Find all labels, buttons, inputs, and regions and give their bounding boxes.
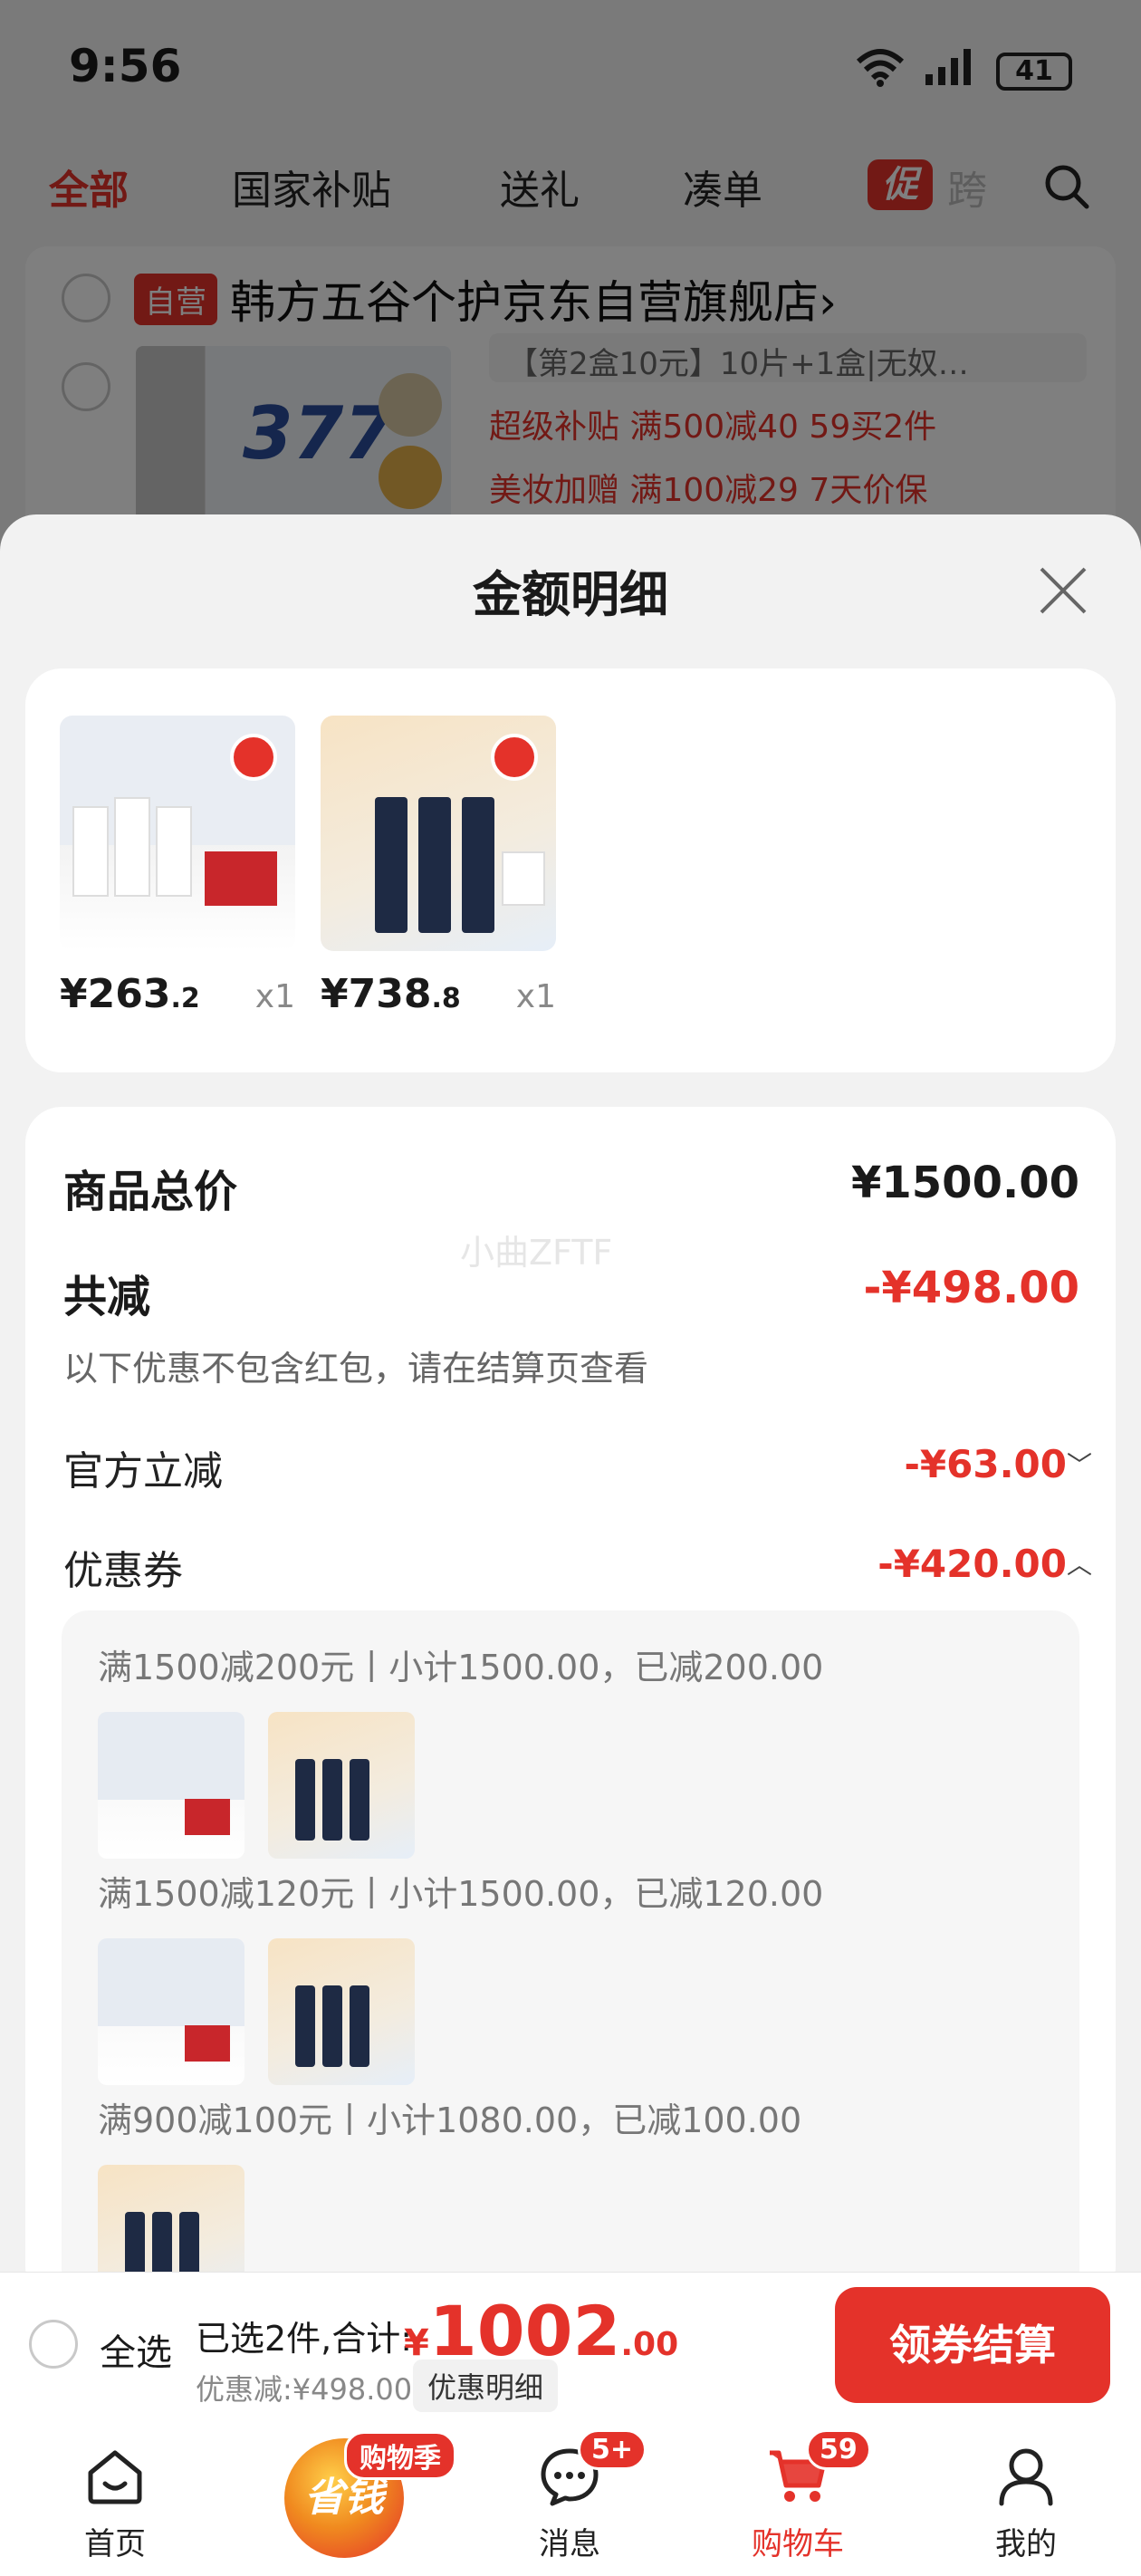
cart-badge: 59 — [806, 2429, 871, 2470]
watermark: 小曲ZFTF — [460, 1233, 613, 1273]
product-thumbnail — [98, 1938, 244, 2085]
official-discount-value[interactable]: -¥63.00 — [904, 1442, 1067, 1486]
official-discount-label[interactable]: 官方立减 — [63, 1438, 223, 1496]
bottom-nav: 首页 省钱 购物季 5+ 消息 59 购物车 我的 — [0, 2424, 1141, 2576]
nav-messages-label: 消息 — [539, 2526, 600, 2562]
checked-icon — [230, 734, 277, 781]
product-item[interactable]: ¥738.8 x1 — [321, 716, 556, 1017]
selected-info: 已选2件,合计: — [196, 2319, 413, 2359]
modal-overlay[interactable] — [0, 0, 1141, 562]
home-icon — [88, 2450, 142, 2504]
selected-products-card: ¥263.2 x1 ¥738.8 x1 — [25, 668, 1116, 1072]
nav-home[interactable]: 首页 — [47, 2424, 183, 2576]
checkout-bar: 全选 已选2件,合计: ¥1002.00 优惠减:¥498.00 优惠明细 领券… — [0, 2272, 1141, 2424]
select-all-label[interactable]: 全选 — [100, 2323, 172, 2376]
product-image — [60, 716, 295, 951]
nav-cart[interactable]: 59 购物车 — [730, 2424, 871, 2576]
nav-me[interactable]: 我的 — [958, 2424, 1094, 2576]
total-reduce-value: -¥498.00 — [863, 1263, 1079, 1313]
shopping-season-badge: 购物季 — [344, 2431, 456, 2480]
chevron-up-icon[interactable]: ︿ — [1067, 1545, 1092, 1581]
background-page: 9:56 41 全部 国家补贴 送礼 凑单 促 跨 自营 韩方五谷个护京东自营旗… — [0, 0, 1141, 572]
product-item[interactable]: ¥263.2 x1 — [60, 716, 295, 1017]
coupon-value[interactable]: -¥420.00 — [877, 1542, 1067, 1586]
reduce-note: 以下优惠不包含红包，请在结算页查看 — [63, 1349, 649, 1389]
product-quantity: x1 — [515, 978, 556, 1015]
product-thumbnail — [98, 1712, 244, 1859]
checked-icon — [491, 734, 538, 781]
nav-cart-label: 购物车 — [752, 2526, 844, 2562]
select-all-checkbox[interactable] — [29, 2320, 78, 2369]
product-quantity: x1 — [254, 978, 295, 1015]
nav-me-label: 我的 — [995, 2526, 1057, 2562]
coupon-detail-list: 满1500减200元丨小计1500.00，已减200.00 满1500减120元… — [62, 1610, 1079, 2272]
nav-messages[interactable]: 5+ 消息 — [502, 2424, 647, 2576]
user-icon — [999, 2448, 1053, 2506]
product-thumbnail — [268, 1938, 415, 2085]
discount-detail-button[interactable]: 优惠明细 — [413, 2360, 559, 2412]
sheet-title: 金额明细 — [473, 566, 668, 623]
checkout-button[interactable]: 领券结算 — [835, 2287, 1110, 2403]
product-thumbnail — [268, 1712, 415, 1859]
coupon-line: 满1500减200元丨小计1500.00，已减200.00 — [98, 1648, 824, 1687]
amount-detail-sheet: 金额明细 ¥263.2 x1 ¥738.8 x1 商品总价 ¥1500.00 小… — [0, 514, 1141, 2272]
product-price: ¥738.8 — [321, 971, 461, 1017]
product-thumbnail — [98, 2165, 244, 2272]
total-reduce-label: 共减 — [63, 1272, 151, 1322]
total-price-value: ¥1500.00 — [850, 1158, 1079, 1208]
discount-note: 优惠减:¥498.00 — [196, 2372, 413, 2407]
total-price-label: 商品总价 — [63, 1167, 238, 1217]
coupon-line: 满900减100元丨小计1080.00，已减100.00 — [98, 2100, 802, 2140]
product-price: ¥263.2 — [60, 971, 200, 1017]
coupon-line: 满1500减120元丨小计1500.00，已减120.00 — [98, 1874, 824, 1914]
messages-badge: 5+ — [578, 2429, 647, 2470]
coupon-label[interactable]: 优惠券 — [63, 1538, 183, 1596]
chevron-down-icon[interactable]: ﹀ — [1067, 1446, 1092, 1482]
product-image — [321, 716, 556, 951]
price-breakdown-card: 商品总价 ¥1500.00 小曲ZFTF 共减 -¥498.00 以下优惠不包含… — [25, 1107, 1116, 2272]
nav-home-label: 首页 — [84, 2526, 146, 2562]
close-icon[interactable] — [1036, 563, 1090, 618]
